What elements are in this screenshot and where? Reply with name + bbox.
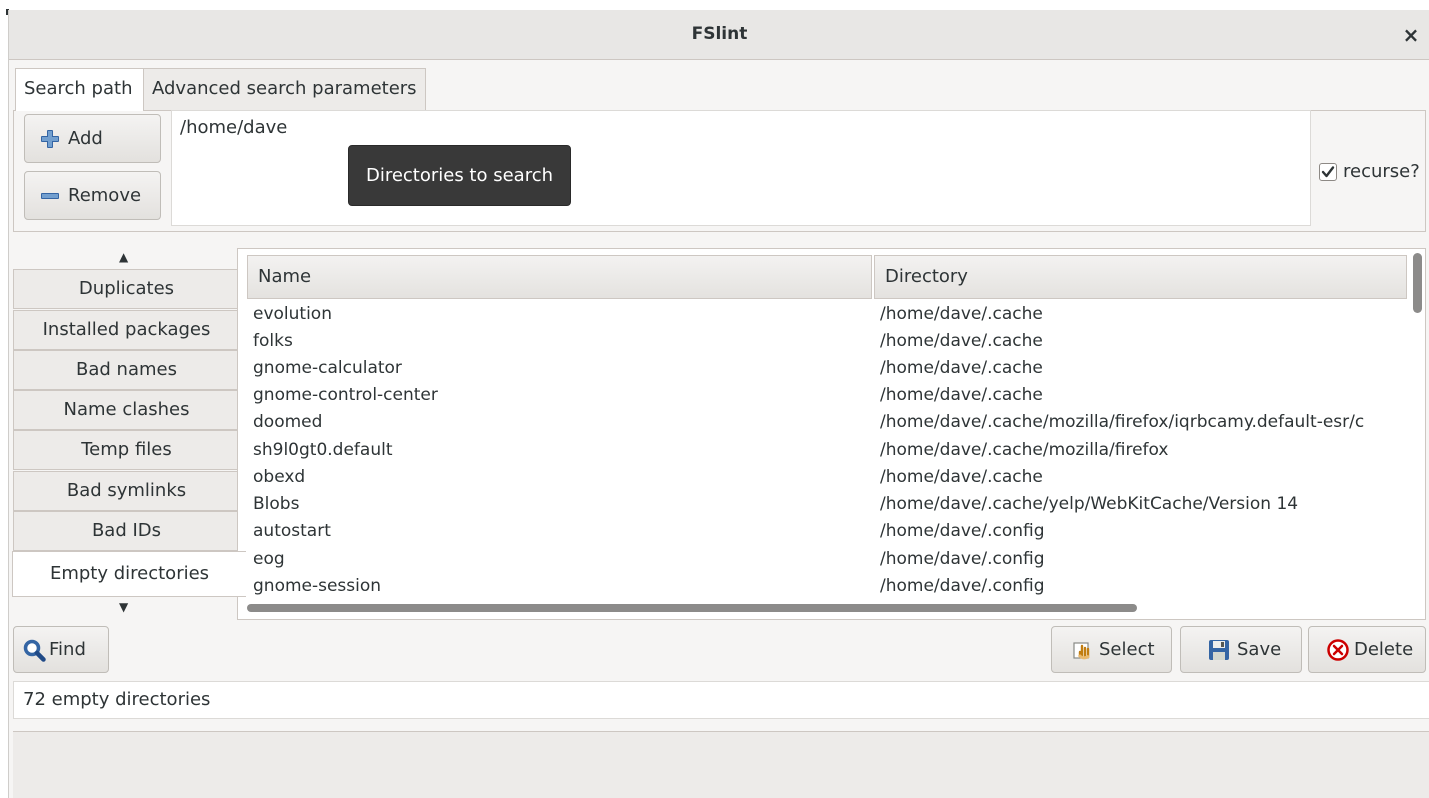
row-directory: /home/dave/.cache/mozilla/firefox/iqrbca… <box>880 412 1365 432</box>
checkmark-icon <box>1321 165 1335 177</box>
side-tab-duplicates[interactable]: Duplicates <box>13 269 240 309</box>
row-name: doomed <box>253 412 323 432</box>
row-name: gnome-session <box>253 576 382 596</box>
side-tab-bad-names[interactable]: Bad names <box>13 350 240 390</box>
row-directory: /home/dave/.cache <box>880 304 1043 324</box>
row-directory: /home/dave/.cache/yelp/WebKitCache/Versi… <box>880 494 1299 514</box>
bottom-panel <box>13 731 1429 798</box>
table-row[interactable]: evolution /home/dave/.cache <box>238 301 1408 328</box>
close-button[interactable]: × <box>1396 20 1426 50</box>
scroll-up-arrow[interactable]: ▲ <box>119 250 128 264</box>
row-directory: /home/dave/.cache <box>880 331 1043 351</box>
row-name: sh9l0gt0.default <box>253 440 393 460</box>
row-name: obexd <box>253 467 306 487</box>
table-row[interactable]: Blobs /home/dave/.cache/yelp/WebKitCache… <box>238 491 1408 518</box>
find-button-label: Find <box>49 639 86 660</box>
row-name: folks <box>253 331 293 351</box>
results-table[interactable]: Name Directory evolution /home/dave/.cac… <box>237 248 1426 620</box>
row-directory: /home/dave/.config <box>880 576 1045 596</box>
column-header-name[interactable]: Name <box>247 255 872 299</box>
save-button[interactable]: Save <box>1180 626 1302 673</box>
row-name: evolution <box>253 304 332 324</box>
side-tab-bad-symlinks[interactable]: Bad symlinks <box>13 471 240 511</box>
delete-button-label: Delete <box>1354 639 1414 660</box>
fslint-window: FSlint × Search path Advanced search par… <box>8 10 1429 798</box>
recurse-toggle[interactable]: recurse? <box>1319 161 1420 182</box>
find-button[interactable]: Find <box>13 626 109 673</box>
select-button-label: Select <box>1099 639 1155 660</box>
plus-icon <box>40 129 60 149</box>
row-name: Blobs <box>253 494 300 514</box>
table-row[interactable]: autostart /home/dave/.config <box>238 518 1408 545</box>
recurse-checkbox[interactable] <box>1319 162 1337 181</box>
row-directory: /home/dave/.cache/mozilla/firefox <box>880 440 1169 460</box>
side-tab-installed-packages[interactable]: Installed packages <box>13 310 240 350</box>
save-button-label: Save <box>1237 639 1282 660</box>
column-header-directory[interactable]: Directory <box>874 255 1407 299</box>
tooltip: Directories to search <box>348 145 571 206</box>
row-name: gnome-control-center <box>253 385 438 405</box>
row-directory: /home/dave/.cache <box>880 358 1043 378</box>
row-name: eog <box>253 549 285 569</box>
row-directory: /home/dave/.config <box>880 521 1045 541</box>
tab-advanced-search-parameters[interactable]: Advanced search parameters <box>143 68 426 110</box>
side-tab-empty-directories[interactable]: Empty directories <box>12 551 246 597</box>
save-disk-icon <box>1207 638 1231 662</box>
row-directory: /home/dave/.config <box>880 549 1045 569</box>
scroll-down-arrow[interactable]: ▼ <box>119 600 128 614</box>
remove-button-label: Remove <box>68 185 142 206</box>
vertical-scrollbar[interactable] <box>1413 253 1422 313</box>
delete-button[interactable]: Delete <box>1308 626 1426 673</box>
table-row[interactable]: gnome-control-center /home/dave/.cache <box>238 382 1408 409</box>
magnifier-icon <box>22 638 46 662</box>
table-row[interactable]: gnome-session /home/dave/.config <box>238 573 1408 599</box>
table-row[interactable]: gnome-calculator /home/dave/.cache <box>238 355 1408 382</box>
row-directory: /home/dave/.cache <box>880 467 1043 487</box>
search-path-item[interactable]: /home/dave <box>180 117 287 138</box>
recurse-label: recurse? <box>1343 161 1420 182</box>
title-bar: FSlint × <box>9 10 1429 60</box>
window-title: FSlint <box>691 24 748 44</box>
select-hand-icon <box>1072 639 1094 661</box>
row-name: gnome-calculator <box>253 358 402 378</box>
add-button-label: Add <box>68 128 103 149</box>
table-row[interactable]: sh9l0gt0.default /home/dave/.cache/mozil… <box>238 437 1408 464</box>
search-path-list[interactable]: /home/dave <box>171 110 1311 226</box>
table-row[interactable]: folks /home/dave/.cache <box>238 328 1408 355</box>
minus-icon <box>40 186 60 206</box>
side-tab-bad-ids[interactable]: Bad IDs <box>13 511 240 551</box>
row-name: autostart <box>253 521 331 541</box>
tab-search-path[interactable]: Search path <box>15 68 144 111</box>
horizontal-scrollbar[interactable] <box>247 604 1137 612</box>
results-rows: evolution /home/dave/.cache folks /home/… <box>238 301 1408 599</box>
side-tab-temp-files[interactable]: Temp files <box>13 430 240 470</box>
table-row[interactable]: obexd /home/dave/.cache <box>238 464 1408 491</box>
remove-button[interactable]: Remove <box>24 171 161 220</box>
table-row[interactable]: eog /home/dave/.config <box>238 546 1408 573</box>
add-button[interactable]: Add <box>24 114 161 163</box>
select-button[interactable]: Select <box>1051 626 1172 673</box>
side-tab-name-clashes[interactable]: Name clashes <box>13 390 240 430</box>
status-text: 72 empty directories <box>13 681 1429 719</box>
table-row[interactable]: doomed /home/dave/.cache/mozilla/firefox… <box>238 409 1408 436</box>
row-directory: /home/dave/.cache <box>880 385 1043 405</box>
delete-circle-icon <box>1326 638 1350 662</box>
